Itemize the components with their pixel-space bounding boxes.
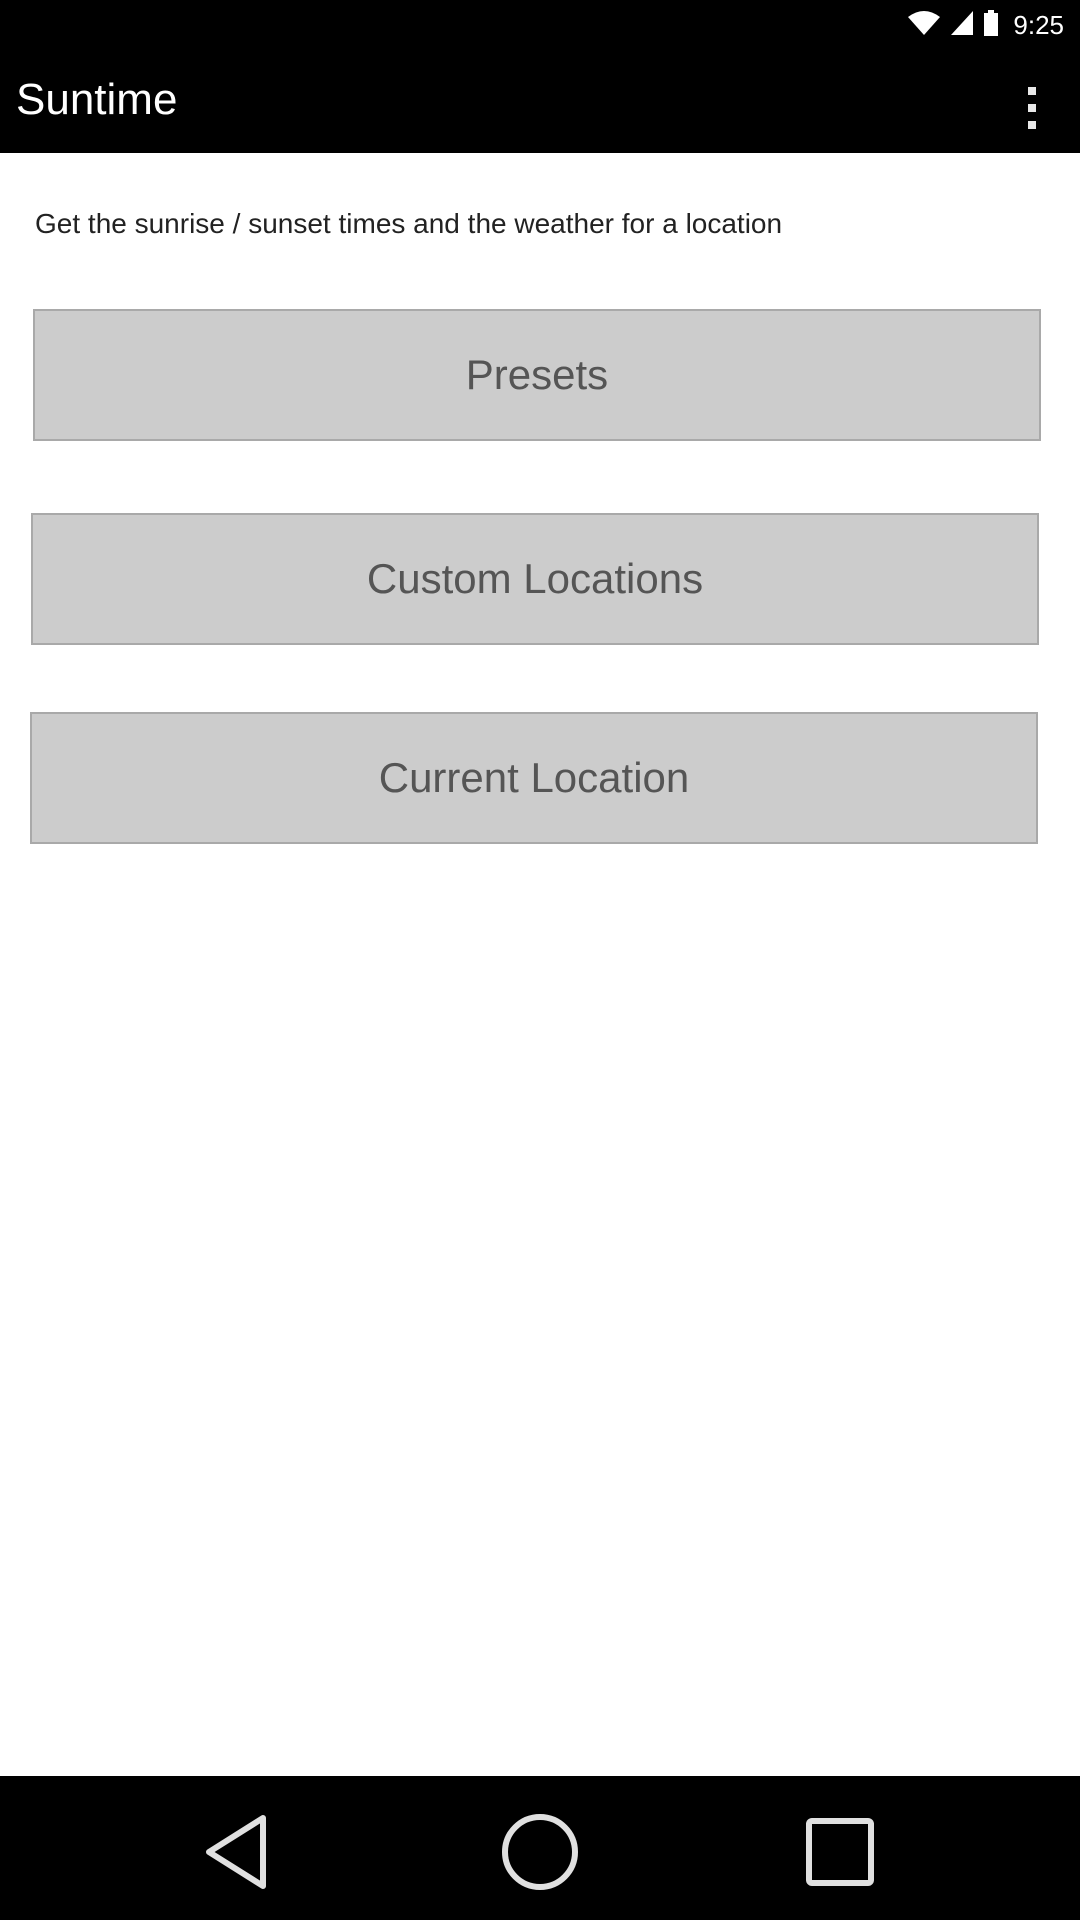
menu-dot bbox=[1028, 87, 1036, 95]
presets-button[interactable]: Presets bbox=[33, 309, 1041, 441]
recents-icon[interactable] bbox=[800, 1812, 880, 1892]
current-location-button[interactable]: Current Location bbox=[30, 712, 1038, 844]
back-icon[interactable] bbox=[196, 1812, 276, 1892]
overflow-menu-icon[interactable] bbox=[1002, 78, 1062, 138]
page-subtitle: Get the sunrise / sunset times and the w… bbox=[35, 208, 783, 239]
status-time: 9:25 bbox=[1013, 9, 1064, 40]
status-bar: 9:25 bbox=[0, 0, 1080, 50]
app-bar: Suntime bbox=[0, 50, 1080, 153]
status-icons: 9:25 bbox=[907, 8, 1064, 42]
menu-dot bbox=[1028, 121, 1036, 129]
battery-icon bbox=[983, 9, 999, 42]
navigation-bar bbox=[0, 1776, 1080, 1920]
home-icon[interactable] bbox=[500, 1812, 580, 1892]
screen: 9:25 Suntime Get the sunrise / sunset ti… bbox=[0, 0, 1080, 1920]
wifi-icon bbox=[907, 9, 941, 42]
signal-icon bbox=[949, 9, 975, 42]
app-title: Suntime bbox=[16, 75, 178, 124]
custom-locations-button[interactable]: Custom Locations bbox=[31, 513, 1039, 645]
menu-dot bbox=[1028, 104, 1036, 112]
